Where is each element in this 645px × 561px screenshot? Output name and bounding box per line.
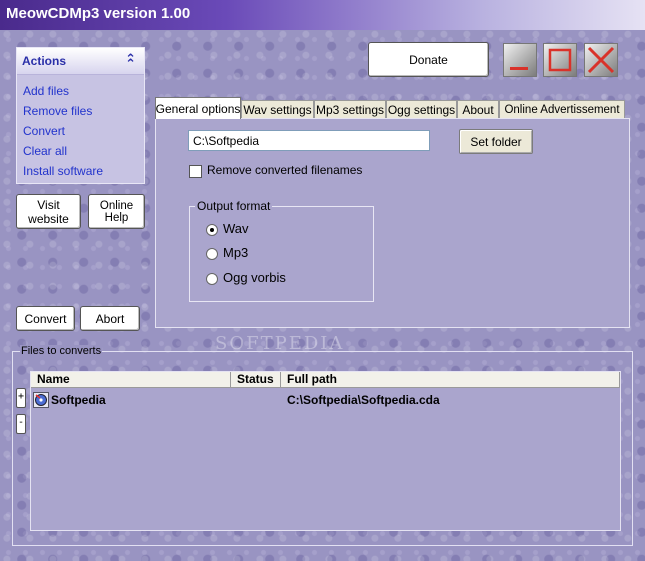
- format-wav-label: Wav: [223, 221, 249, 236]
- format-mp3-radio[interactable]: [206, 248, 218, 260]
- tab-about[interactable]: About: [457, 100, 499, 118]
- column-header-full-path[interactable]: Full path: [281, 372, 620, 388]
- tab-mp3-settings[interactable]: Mp3 settings: [314, 100, 386, 118]
- maximize-button[interactable]: [543, 43, 577, 77]
- window-title: MeowCDMp3 version 1.00: [6, 5, 191, 22]
- convert-button[interactable]: Convert: [16, 306, 75, 331]
- close-button[interactable]: [584, 43, 618, 77]
- title-bar[interactable]: MeowCDMp3 version 1.00: [0, 0, 645, 30]
- add-file-button[interactable]: +: [16, 388, 26, 408]
- output-folder-input[interactable]: [188, 130, 430, 151]
- abort-button[interactable]: Abort: [80, 306, 140, 331]
- maximize-icon: [543, 43, 577, 77]
- format-mp3-label: Mp3: [223, 245, 249, 260]
- remove-converted-checkbox[interactable]: [189, 165, 202, 178]
- tab-online-advertissement[interactable]: Online Advertissement: [499, 100, 625, 118]
- tab-wav-settings[interactable]: Wav settings: [241, 100, 314, 118]
- remove-file-button[interactable]: -: [16, 414, 26, 434]
- install-software-link[interactable]: Install software: [23, 164, 103, 178]
- collapse-chevron-icon[interactable]: ⌃ ⌃: [125, 52, 136, 82]
- format-wav-radio[interactable]: [206, 224, 218, 236]
- format-ogg-radio[interactable]: [206, 273, 218, 285]
- file-row-full-path: C:\Softpedia\Softpedia.cda: [287, 393, 440, 407]
- tab-ogg-settings[interactable]: Ogg settings: [386, 100, 457, 118]
- actions-header[interactable]: Actions ⌃ ⌃: [17, 48, 144, 75]
- column-header-status[interactable]: Status: [231, 372, 281, 388]
- tab-general-options[interactable]: General options: [155, 97, 241, 119]
- minimize-button[interactable]: [503, 43, 537, 77]
- remove-files-link[interactable]: Remove files: [23, 104, 92, 118]
- remove-converted-label: Remove converted filenames: [207, 163, 363, 177]
- set-folder-button[interactable]: Set folder: [459, 129, 533, 154]
- clear-all-link[interactable]: Clear all: [23, 144, 67, 158]
- online-help-button[interactable]: Online Help: [88, 194, 145, 229]
- donate-button[interactable]: Donate: [368, 42, 489, 77]
- file-row-name[interactable]: Softpedia: [51, 393, 106, 407]
- actions-panel: Actions ⌃ ⌃ Add files Remove files Conver…: [16, 47, 145, 184]
- close-icon: [584, 43, 618, 77]
- files-legend: Files to converts: [20, 345, 103, 357]
- actions-title: Actions: [22, 54, 67, 68]
- convert-link[interactable]: Convert: [23, 124, 65, 138]
- minimize-icon: [503, 43, 537, 77]
- cd-audio-file-icon: [33, 392, 49, 408]
- add-files-link[interactable]: Add files: [23, 84, 69, 98]
- column-header-name[interactable]: Name: [31, 372, 231, 388]
- format-ogg-label: Ogg vorbis: [223, 270, 286, 285]
- visit-website-button[interactable]: Visit website: [16, 194, 81, 229]
- output-format-legend: Output format: [195, 199, 273, 213]
